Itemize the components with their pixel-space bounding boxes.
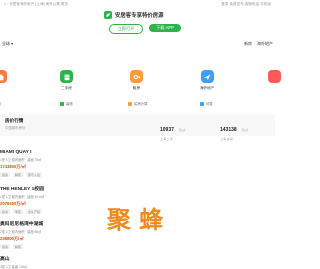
- stat-unit: 元/㎡: [178, 128, 186, 132]
- calculator-icon: [128, 101, 132, 106]
- price-trend-panel[interactable]: 房价行情 中国城市房价 10937 元/㎡ 上海 二手 143138 元/㎡ 上…: [0, 114, 275, 141]
- subcategory-label: 装修: [66, 102, 73, 106]
- building-icon: [60, 70, 73, 83]
- listing-meta: 1室 1卫 套内面积 · 建面 49.8㎡: [0, 195, 44, 199]
- category-overseas[interactable]: 海外地产: [200, 70, 214, 91]
- stat-number: 10937: [160, 127, 174, 133]
- category-secondhand[interactable]: 二手房: [60, 70, 73, 91]
- price-trend-title: 房价行情: [5, 118, 24, 123]
- brand: 安居客专享特价房源: [104, 11, 164, 19]
- category-home[interactable]: [0, 70, 7, 86]
- top-bar-left[interactable]: 1 · 安居客海外房产 [上海] 海外公寓 更多: [4, 2, 68, 7]
- tag: 投资: [0, 209, 11, 214]
- listing-name: 高山: [0, 257, 10, 262]
- listing-price: 1743800万/㎡: [0, 164, 26, 169]
- city-bar: 全球 ▾ 新房 海外地产: [0, 41, 275, 47]
- category-rent[interactable]: 租房: [130, 70, 143, 91]
- listing-tags: 投资 精装 即可入住: [0, 172, 275, 177]
- listing-meta: 3室 2卫 建面 120㎡: [0, 265, 28, 269]
- watermark-text: 聚 蜂: [106, 206, 164, 234]
- nav-new-homes[interactable]: 新房: [244, 41, 252, 47]
- price-stat-new: 143138 元/㎡ 上海 新房: [220, 118, 248, 141]
- listing-name: THE HENLEY 1校园: [0, 187, 44, 192]
- listing-name: MIAMI QUAY I: [0, 150, 32, 155]
- tag: 即可入住: [26, 172, 43, 177]
- tag: 精装: [13, 172, 24, 177]
- subcategory-label: 问答: [206, 102, 213, 106]
- category-grid: 二手房 租房 海外地产 价 装修 买房计算 问答: [0, 64, 281, 108]
- category-more[interactable]: [268, 70, 281, 86]
- download-app-button[interactable]: 下载 APP: [149, 24, 181, 32]
- app-buttons: 立即打开 下载 APP: [109, 24, 181, 34]
- category-label: 二手房: [61, 86, 72, 90]
- price-trend-subtitle: 中国城市房价: [5, 126, 26, 130]
- list-item[interactable]: MIAMI QUAY I 1室 1卫 套内面积 · 建面 75㎡ 1743800…: [0, 150, 275, 177]
- top-bar: 1 · 安居客海外房产 [上海] 海外公寓 更多 登录 免费发布 客服电话 手机…: [0, 0, 275, 8]
- stat-number: 143138: [220, 127, 237, 133]
- stat-label: 上海 新房: [220, 137, 233, 141]
- home-icon: [0, 70, 7, 83]
- subcategory-label: 买房计算: [134, 102, 148, 106]
- subcategory-label: 价: [0, 101, 1, 106]
- city-selector[interactable]: 全球 ▾: [2, 41, 13, 47]
- brand-title: 安居客专享特价房源: [115, 13, 164, 19]
- top-bar-right[interactable]: 登录 免费发布 客服电话 手机版: [221, 2, 271, 7]
- more-icon: [268, 70, 281, 83]
- stat-label: 上海 二手: [160, 137, 173, 141]
- watermark-logo: 聚 蜂: [106, 206, 164, 234]
- stat-unit: 元/㎡: [241, 128, 248, 132]
- qa-icon: [200, 101, 204, 106]
- tag: 投资: [0, 172, 11, 177]
- category-label: 海外地产: [200, 86, 215, 90]
- category-label: 租房: [132, 86, 141, 90]
- price-stat-secondhand: 10937 元/㎡ 上海 二手: [160, 118, 185, 141]
- listing-tags: 投资 精装: [0, 244, 275, 249]
- subcategory-decoration[interactable]: 装修: [60, 101, 73, 106]
- listing-price: 238800万/㎡: [0, 236, 24, 241]
- leaf-icon: [104, 11, 112, 19]
- subcategory-price[interactable]: 价: [0, 101, 1, 106]
- open-app-button[interactable]: 立即打开: [109, 24, 143, 34]
- tag: 永久产权: [26, 209, 43, 214]
- tag: 投资: [0, 244, 11, 249]
- subcategory-qa[interactable]: 问答: [200, 101, 213, 106]
- nav-overseas[interactable]: 海外地产: [257, 41, 273, 47]
- tag: 精装: [13, 244, 24, 249]
- decoration-icon: [60, 101, 64, 106]
- plane-icon: [200, 70, 214, 83]
- tag: 学区: [13, 209, 24, 214]
- list-item[interactable]: 高山 3室 2卫 建面 120㎡: [0, 255, 275, 269]
- listing-meta: 1室 1卫 套内面积 · 建面 75㎡: [0, 158, 42, 162]
- key-icon: [130, 70, 143, 83]
- subcategory-calculator[interactable]: 买房计算: [128, 101, 148, 106]
